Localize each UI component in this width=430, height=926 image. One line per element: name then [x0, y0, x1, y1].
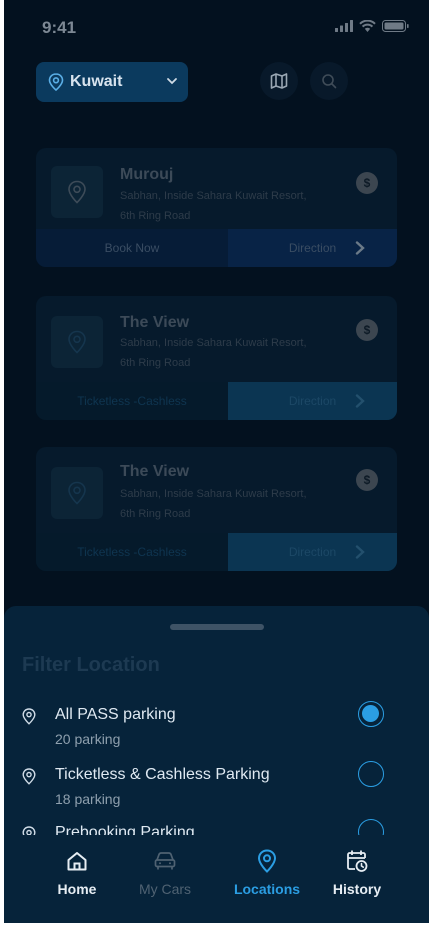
paid-badge-icon: $: [356, 319, 378, 341]
chevron-right-icon: [355, 394, 365, 408]
chevron-down-icon: [167, 78, 177, 85]
top-bar: Kuwait: [4, 60, 429, 104]
battery-icon: [382, 20, 409, 32]
location-pin-icon: [22, 708, 36, 725]
wifi-icon: [359, 20, 376, 32]
chevron-right-icon: [355, 545, 365, 559]
location-pin-icon: [22, 768, 36, 785]
nav-locations-label: Locations: [233, 881, 301, 897]
map-icon: [270, 73, 288, 89]
location-card[interactable]: The View Sabhan, Inside Sahara Kuwait Re…: [36, 447, 397, 571]
direction-button[interactable]: Direction: [228, 533, 397, 571]
car-icon: [154, 852, 176, 870]
card-actions: Ticketless -Cashless Direction: [36, 533, 397, 571]
location-pin-icon: [257, 849, 277, 873]
location-title: The View: [120, 314, 190, 331]
paid-badge-icon: $: [356, 172, 378, 194]
radio-unselected[interactable]: [358, 761, 384, 787]
location-pin-icon: [68, 330, 86, 354]
map-view-button[interactable]: [260, 62, 298, 100]
nav-home[interactable]: Home: [32, 848, 122, 897]
direction-button[interactable]: Direction: [228, 382, 397, 420]
radio-unselected[interactable]: [358, 819, 384, 835]
filter-option-ticketless[interactable]: Ticketless & Cashless Parking 18 parking: [4, 761, 429, 816]
signal-icon: [335, 20, 353, 32]
ticketless-cashless-tag: Ticketless -Cashless: [36, 533, 228, 571]
direction-button[interactable]: Direction: [228, 229, 397, 267]
home-icon: [67, 852, 87, 871]
paid-badge-icon: $: [356, 469, 378, 491]
location-address: Sabhan, Inside Sahara Kuwait Resort, 6th…: [120, 488, 307, 520]
sheet-title: Filter Location: [22, 654, 160, 676]
search-icon: [322, 74, 337, 89]
status-icons: [335, 20, 409, 32]
status-bar: 9:41: [4, 0, 429, 56]
location-title: The View: [120, 463, 190, 480]
bottom-nav: Home My Cars Locations History: [4, 836, 429, 923]
location-thumbnail: [51, 166, 103, 218]
book-now-button[interactable]: Book Now: [36, 229, 228, 267]
location-pin-icon: [68, 481, 86, 505]
location-title: Murouj: [120, 166, 174, 183]
location-thumbnail: [51, 467, 103, 519]
filter-option-count: 20 parking: [55, 731, 121, 747]
location-pin-icon: [48, 73, 64, 91]
country-name: Kuwait: [70, 73, 123, 90]
location-pin-icon: [68, 180, 86, 204]
direction-label: Direction: [288, 241, 337, 255]
ticketless-cashless-tag: Ticketless -Cashless: [36, 382, 228, 420]
filter-option-prebooking[interactable]: Prebooking Parking: [4, 819, 429, 835]
filter-option-count: 18 parking: [55, 791, 121, 807]
direction-label: Direction: [288, 545, 337, 559]
direction-label: Direction: [288, 394, 337, 408]
filter-option-all-pass[interactable]: All PASS parking 20 parking: [4, 701, 429, 756]
nav-my-cars-label: My Cars: [138, 881, 192, 897]
country-selector[interactable]: Kuwait: [36, 62, 188, 102]
location-pin-icon: [22, 826, 36, 835]
filter-option-label: Prebooking Parking: [55, 824, 195, 835]
search-button[interactable]: [310, 62, 348, 100]
sheet-drag-handle[interactable]: [170, 624, 264, 630]
filter-options-list[interactable]: All PASS parking 20 parking Ticketless &…: [4, 700, 429, 835]
location-address: Sabhan, Inside Sahara Kuwait Resort, 6th…: [120, 190, 307, 222]
nav-history[interactable]: History: [312, 848, 402, 897]
radio-selected[interactable]: [358, 701, 384, 727]
chevron-right-icon: [355, 241, 365, 255]
location-thumbnail: [51, 316, 103, 368]
location-card[interactable]: Murouj Sabhan, Inside Sahara Kuwait Reso…: [36, 148, 397, 267]
filter-option-label: All PASS parking: [55, 706, 176, 723]
location-card[interactable]: The View Sabhan, Inside Sahara Kuwait Re…: [36, 296, 397, 420]
card-actions: Book Now Direction: [36, 229, 397, 267]
card-actions: Ticketless -Cashless Direction: [36, 382, 397, 420]
nav-history-label: History: [332, 881, 382, 897]
nav-my-cars[interactable]: My Cars: [120, 848, 210, 897]
location-address: Sabhan, Inside Sahara Kuwait Resort, 6th…: [120, 337, 307, 369]
calendar-clock-icon: [347, 850, 368, 872]
nav-home-label: Home: [57, 881, 97, 897]
filter-option-label: Ticketless & Cashless Parking: [55, 766, 270, 783]
status-time: 9:41: [42, 18, 77, 37]
app-screen: 9:41 Kuwait Murouj Sabhan, Inside Sahara…: [4, 0, 429, 923]
nav-locations[interactable]: Locations: [222, 848, 312, 897]
